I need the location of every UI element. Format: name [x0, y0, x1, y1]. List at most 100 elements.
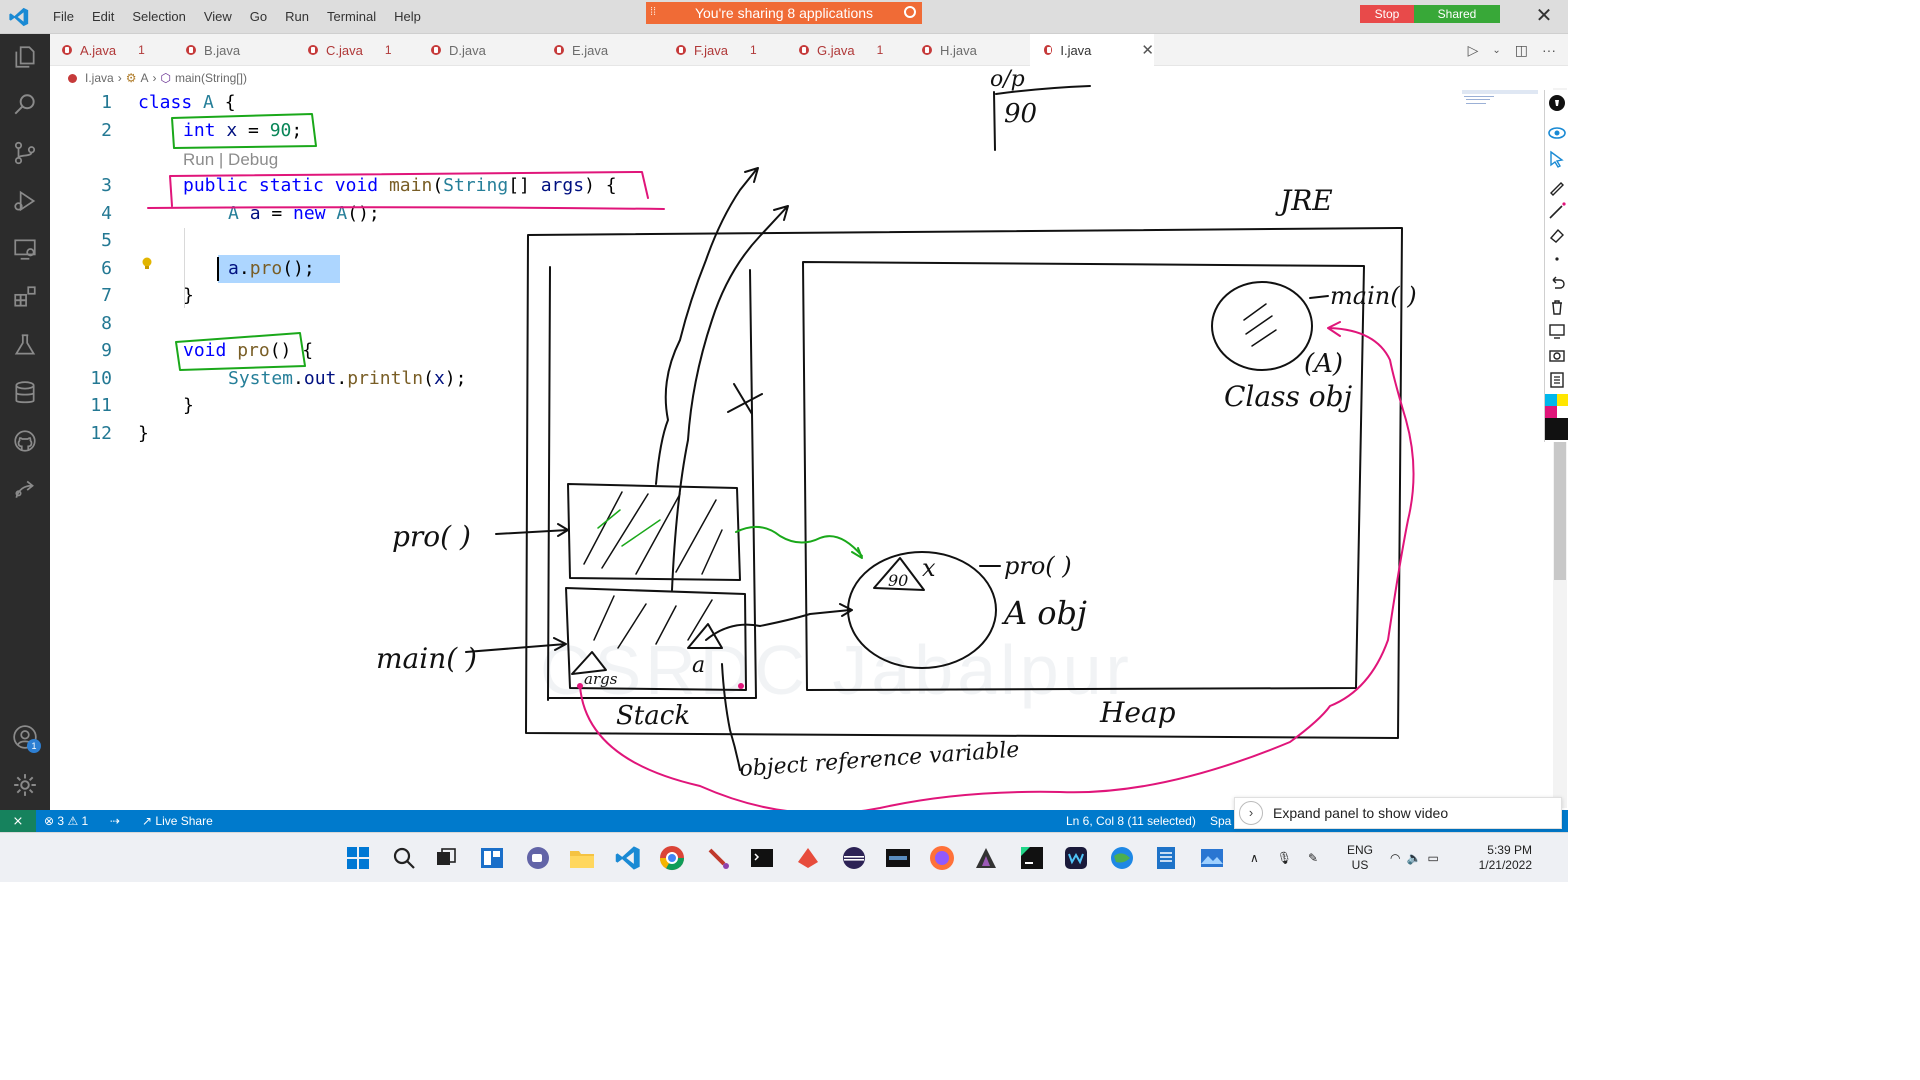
source-control-icon[interactable]: [10, 138, 40, 168]
remote-explorer-icon[interactable]: [10, 234, 40, 264]
clipboard-icon[interactable]: [1548, 370, 1566, 388]
notepad-icon[interactable]: [1152, 844, 1180, 872]
menu-help[interactable]: Help: [385, 0, 430, 34]
tab-b-java[interactable]: B.java: [186, 34, 306, 66]
input-language[interactable]: ENG US: [1340, 843, 1380, 873]
paint-brush-icon[interactable]: [704, 844, 732, 872]
file-explorer-icon[interactable]: [568, 844, 596, 872]
dot-size-icon[interactable]: [1548, 250, 1566, 268]
menu-terminal[interactable]: Terminal: [318, 0, 385, 34]
eye-icon[interactable]: [1548, 124, 1566, 142]
expand-video-panel[interactable]: › Expand panel to show video: [1234, 797, 1562, 829]
chrome-icon[interactable]: [658, 844, 686, 872]
photos-icon[interactable]: [1198, 844, 1226, 872]
explorer-icon[interactable]: [10, 42, 40, 72]
settings-gear-icon[interactable]: [10, 770, 40, 800]
run-file-icon[interactable]: ▷: [1468, 42, 1479, 59]
breadcrumb-file[interactable]: I.java: [85, 71, 114, 85]
tab-d-java[interactable]: D.java: [431, 34, 551, 66]
color-palette-icon[interactable]: [1545, 394, 1568, 440]
live-share-icon[interactable]: [10, 474, 40, 504]
tray-overflow-icon[interactable]: ∧: [1250, 851, 1259, 865]
lightbulb-icon[interactable]: [141, 256, 153, 272]
task-view-icon[interactable]: [432, 844, 460, 872]
search-icon[interactable]: [390, 844, 418, 872]
close-window-icon[interactable]: ✕: [1532, 4, 1556, 28]
breadcrumb-class[interactable]: A: [140, 71, 148, 85]
breadcrumb-method[interactable]: main(String[]): [175, 71, 247, 85]
code-line-3[interactable]: public static void main(String[] args) {: [183, 175, 617, 196]
menu-run[interactable]: Run: [276, 0, 318, 34]
more-actions-icon[interactable]: ···: [1542, 42, 1556, 58]
eclipse-icon[interactable]: [840, 844, 868, 872]
code-line-2[interactable]: int x = 90;: [183, 120, 302, 141]
testing-icon[interactable]: [10, 330, 40, 360]
stop-sharing-button[interactable]: Stop: [1360, 5, 1414, 23]
code-line-12[interactable]: }: [138, 423, 149, 444]
remote-indicator-icon[interactable]: ⨯: [0, 810, 36, 832]
tab-close-icon[interactable]: ✕: [1141, 41, 1154, 59]
windows-start-icon[interactable]: [344, 844, 372, 872]
tab-h-java[interactable]: H.java: [922, 34, 1042, 66]
share-session-icon[interactable]: ⇢: [110, 810, 120, 832]
run-debug-icon[interactable]: [10, 186, 40, 216]
taskbar-clock[interactable]: 5:39 PM 1/21/2022: [1470, 843, 1532, 873]
code-line-9[interactable]: void pro() {: [183, 340, 313, 361]
tab-f-java[interactable]: F.java 1: [676, 34, 796, 66]
mysql-icon[interactable]: [884, 844, 912, 872]
terminal-icon[interactable]: [748, 844, 776, 872]
trash-icon[interactable]: [1548, 298, 1566, 316]
menu-file[interactable]: File: [44, 0, 83, 34]
network-volume-battery[interactable]: ◠ 🔈 ▭: [1390, 833, 1439, 882]
search-icon[interactable]: [10, 90, 40, 120]
pen-menu-icon[interactable]: ✎: [1308, 851, 1318, 865]
firefox-icon[interactable]: [928, 844, 956, 872]
shared-status-button[interactable]: Shared: [1414, 5, 1500, 23]
tab-g-java[interactable]: G.java 1: [799, 34, 919, 66]
ruby-gem-icon[interactable]: [794, 844, 822, 872]
menu-go[interactable]: Go: [241, 0, 276, 34]
tab-i-java-active[interactable]: I.java ✕: [1030, 34, 1154, 66]
chevron-right-icon[interactable]: ›: [1239, 801, 1263, 825]
menu-view[interactable]: View: [195, 0, 241, 34]
minimap[interactable]: [1462, 90, 1538, 120]
pen-icon[interactable]: [1548, 178, 1566, 196]
github-icon[interactable]: [10, 426, 40, 456]
menu-edit[interactable]: Edit: [83, 0, 123, 34]
indentation-indicator[interactable]: Spa: [1210, 810, 1231, 832]
teams-chat-icon[interactable]: [524, 844, 552, 872]
record-icon[interactable]: [904, 6, 916, 18]
database-icon[interactable]: [10, 378, 40, 408]
menu-selection[interactable]: Selection: [123, 0, 194, 34]
split-editor-icon[interactable]: ◫: [1515, 42, 1528, 59]
tab-e-java[interactable]: E.java: [554, 34, 674, 66]
tab-a-java[interactable]: A.java 1: [62, 34, 184, 66]
screen-icon[interactable]: [1548, 322, 1566, 340]
webex-icon[interactable]: [1062, 844, 1090, 872]
code-line-1[interactable]: class A {: [138, 92, 236, 113]
app-icon[interactable]: [972, 844, 1000, 872]
code-line-10[interactable]: System.out.println(x);: [228, 368, 466, 389]
cursor-position[interactable]: Ln 6, Col 8 (11 selected): [1066, 810, 1196, 832]
lightbulb-icon[interactable]: [1548, 94, 1566, 112]
eraser-icon[interactable]: [1548, 226, 1566, 244]
highlighter-icon[interactable]: [1548, 202, 1566, 220]
code-line-4[interactable]: A a = new A();: [228, 203, 380, 224]
vscode-taskbar-icon[interactable]: [614, 844, 642, 872]
pointer-icon[interactable]: [1548, 150, 1566, 168]
sharing-banner[interactable]: ⁞⁞ You're sharing 8 applications: [646, 2, 922, 24]
tab-c-java[interactable]: C.java 1: [308, 34, 428, 66]
pycharm-icon[interactable]: [1018, 844, 1046, 872]
code-line-7[interactable]: }: [183, 285, 194, 306]
extensions-icon[interactable]: [10, 282, 40, 312]
chevron-down-icon[interactable]: ⌄: [1492, 45, 1500, 56]
globe-app-icon[interactable]: [1108, 844, 1136, 872]
undo-icon[interactable]: [1548, 274, 1566, 292]
codelens-run-debug[interactable]: Run | Debug: [183, 150, 278, 170]
problems-indicator[interactable]: ⊗ 3 ⚠ 1: [44, 810, 88, 832]
code-line-6[interactable]: a.pro();: [228, 258, 315, 279]
drag-handle-icon[interactable]: ⁞⁞: [650, 6, 656, 18]
camera-icon[interactable]: [1548, 346, 1566, 364]
widgets-icon[interactable]: [478, 844, 506, 872]
live-share-status[interactable]: ↗ Live Share: [142, 810, 213, 832]
